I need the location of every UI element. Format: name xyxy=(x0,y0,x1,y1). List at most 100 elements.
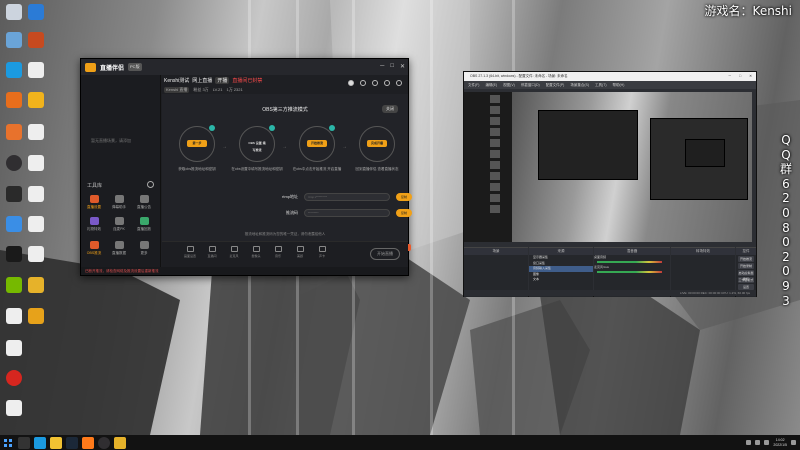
desktop-app-icon[interactable] xyxy=(28,308,44,324)
desktop-file-icon[interactable] xyxy=(28,186,44,202)
app-icon[interactable] xyxy=(114,436,126,449)
menu-file[interactable]: 文件(F) xyxy=(468,81,479,89)
tool-live-settings[interactable]: 直播设置 xyxy=(83,195,105,210)
mic-icon xyxy=(230,246,238,252)
desktop-qq-icon[interactable] xyxy=(6,246,22,262)
obs-preview[interactable] xyxy=(512,92,752,242)
desktop-obs-icon[interactable] xyxy=(6,155,22,171)
virtual-camera-button[interactable]: 启动虚拟摄像机 xyxy=(738,270,754,281)
notification-icon[interactable] xyxy=(791,440,796,445)
bottom-tool[interactable]: 美颜 xyxy=(290,246,310,258)
desktop-file-icon[interactable] xyxy=(28,62,44,78)
tool-obs[interactable]: OBS推流 xyxy=(83,241,105,256)
steam-icon[interactable] xyxy=(66,436,78,449)
obs-window[interactable]: OBS 27.1.3 (64-bit, windows) - 配置文件: 未命名… xyxy=(463,71,757,297)
tools-settings-icon[interactable] xyxy=(147,181,154,188)
desktop-file-icon[interactable] xyxy=(6,400,22,416)
start-live-button[interactable]: 开始直播 xyxy=(370,248,400,260)
file-explorer-icon[interactable] xyxy=(50,436,62,449)
menu-scene-collection[interactable]: 场景集合(S) xyxy=(570,81,589,89)
mixer-channel[interactable]: 麦克风/Aux xyxy=(594,265,670,275)
bottom-tool[interactable]: 音乐 xyxy=(268,246,288,258)
desktop-app-icon[interactable] xyxy=(28,277,44,293)
obs-titlebar[interactable]: OBS 27.1.3 (64-bit, windows) - 配置文件: 未命名… xyxy=(464,72,756,81)
bottom-tool[interactable]: 画面设置 xyxy=(180,246,200,258)
desktop-file-icon[interactable] xyxy=(6,340,22,356)
search-icon[interactable] xyxy=(18,436,30,449)
desktop-app-icon[interactable] xyxy=(28,92,44,108)
stream-app-window[interactable]: 直播伴侣 PC版 ─ □ ✕ 暂无直播场景，请添加 工具库 直播设置 弹幕助手 … xyxy=(80,58,412,276)
desktop-nvidia-icon[interactable] xyxy=(6,277,22,293)
desktop-app-icon[interactable] xyxy=(6,124,22,140)
tool-icon xyxy=(89,195,99,203)
menu-edit[interactable]: 编辑(E) xyxy=(485,81,497,89)
share-icon[interactable] xyxy=(396,80,402,86)
obs-icon[interactable] xyxy=(98,436,110,449)
obs-statusbar: LIVE: 00:00:00 REC: 00:00:00 CPU: 1.2%, … xyxy=(464,290,756,296)
start-streaming-button[interactable]: 开始推流 xyxy=(738,256,754,262)
desktop-edge-icon[interactable] xyxy=(6,62,22,78)
guide-close-button[interactable]: 关闭 xyxy=(382,105,398,113)
menu-tools[interactable]: 工具(T) xyxy=(595,81,606,89)
rtmp-row: rtmp地址 rtmp://********* 复制 xyxy=(272,193,412,201)
tool-danmu[interactable]: 弹幕助手 xyxy=(108,195,130,210)
bottom-tool[interactable]: 麦克风 xyxy=(224,246,244,258)
desktop-app-icon[interactable] xyxy=(6,216,22,232)
home-icon[interactable] xyxy=(384,80,390,86)
tool-more[interactable]: 更多 xyxy=(133,241,155,256)
desktop-file-icon[interactable] xyxy=(28,216,44,232)
message-icon[interactable] xyxy=(372,80,378,86)
mixer-channel[interactable]: 桌面音频 xyxy=(594,255,670,265)
tool-pk[interactable]: 连麦PK xyxy=(108,217,130,232)
desktop-file-icon[interactable] xyxy=(28,155,44,171)
start-button[interactable] xyxy=(0,435,16,450)
minimize-icon[interactable]: ─ xyxy=(380,63,384,70)
tool-data[interactable]: 直播数据 xyxy=(108,241,130,256)
tool-replay[interactable]: 直播回放 xyxy=(133,217,155,232)
menu-view[interactable]: 视图(V) xyxy=(503,81,515,89)
maximize-icon[interactable]: □ xyxy=(739,72,741,81)
start-recording-button[interactable]: 开始录制 xyxy=(738,263,754,269)
bottom-tool[interactable]: 声卡 xyxy=(312,246,332,258)
stream-app-titlebar[interactable]: 直播伴侣 PC版 xyxy=(81,59,408,75)
menu-help[interactable]: 帮助(H) xyxy=(613,81,625,89)
tool-gift[interactable]: 礼物特效 xyxy=(83,217,105,232)
app-icon[interactable] xyxy=(82,436,94,449)
studio-mode-button[interactable]: 工作室模式 xyxy=(738,277,754,283)
avatar[interactable] xyxy=(348,80,354,86)
desktop-app-icon[interactable] xyxy=(6,92,22,108)
minimize-icon[interactable]: ─ xyxy=(728,72,730,81)
desktop-netease-music-icon[interactable] xyxy=(6,370,22,386)
input-method-icon[interactable] xyxy=(764,440,770,445)
desktop-pc-icon[interactable] xyxy=(6,32,22,48)
close-icon[interactable]: ✕ xyxy=(400,63,405,70)
copy-key-button[interactable]: 复制 xyxy=(396,209,412,217)
volume-icon[interactable] xyxy=(755,440,761,445)
source-item[interactable]: 文本 xyxy=(529,277,593,283)
desktop-recycle-bin-icon[interactable] xyxy=(6,4,22,20)
tools-label: 工具库 xyxy=(87,183,103,189)
stream-key-input[interactable]: ********* xyxy=(304,209,390,217)
desktop-file-icon[interactable] xyxy=(28,246,44,262)
check-icon xyxy=(209,125,215,131)
desktop-app-icon[interactable] xyxy=(6,186,22,202)
desktop-file-icon[interactable] xyxy=(6,308,22,324)
maximize-icon[interactable]: □ xyxy=(390,63,394,70)
edge-icon[interactable] xyxy=(34,436,46,449)
gift-icon[interactable] xyxy=(360,80,366,86)
bottom-tool[interactable]: 摄像头 xyxy=(246,246,266,258)
desktop-app-icon[interactable] xyxy=(28,32,44,48)
tool-notice[interactable]: 直播公告 xyxy=(133,195,155,210)
menu-docks[interactable]: 停靠窗口(D) xyxy=(521,81,540,89)
close-icon[interactable]: ✕ xyxy=(749,72,752,81)
desktop-app-icon[interactable] xyxy=(28,4,44,20)
bottom-tool[interactable]: 直播间 xyxy=(202,246,222,258)
desktop-file-icon[interactable] xyxy=(28,124,44,140)
stream-key-row: 推流码 ********* 复制 xyxy=(272,209,412,217)
clock[interactable]: 14:02 2022/1/5 xyxy=(773,438,787,447)
network-icon[interactable] xyxy=(746,440,752,445)
volume-meter xyxy=(597,271,662,273)
rtmp-input[interactable]: rtmp://********* xyxy=(304,193,390,201)
menu-profile[interactable]: 配置文件(P) xyxy=(546,81,565,89)
copy-rtmp-button[interactable]: 复制 xyxy=(396,193,412,201)
